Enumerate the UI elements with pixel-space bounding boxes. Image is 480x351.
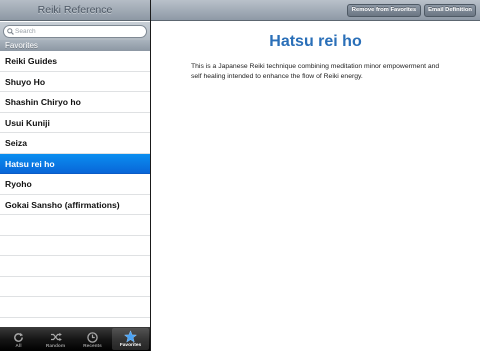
- master-pane: Reiki Reference Search Favorites Reiki G…: [0, 0, 150, 351]
- empty-row: [0, 236, 150, 256]
- tab-recents[interactable]: Recents: [74, 327, 111, 351]
- tab-favorites[interactable]: Favorites: [112, 328, 149, 350]
- search-input[interactable]: Search: [3, 25, 147, 38]
- tab-label: Favorites: [119, 343, 142, 348]
- favorites-list: Reiki Guides Shuyo Ho Shashin Chiryo ho …: [0, 51, 150, 318]
- list-item[interactable]: Ryoho: [0, 174, 150, 195]
- app-title: Reiki Reference: [37, 4, 113, 16]
- detail-toolbar: Remove from Favorites Email Definition: [151, 0, 480, 21]
- empty-row: [0, 215, 150, 236]
- term-title: Hatsu rei ho: [269, 33, 362, 50]
- list-item[interactable]: Reiki Guides: [0, 51, 150, 72]
- tab-bar: All Random Recents Favorites: [0, 327, 150, 351]
- search-bar: Search: [0, 22, 150, 40]
- clock-icon: [87, 330, 98, 344]
- shuffle-icon: [50, 330, 62, 344]
- tab-label: Random: [45, 344, 66, 349]
- tab-all[interactable]: All: [0, 327, 37, 351]
- list-item[interactable]: Seiza: [0, 133, 150, 154]
- section-header: Favorites: [0, 40, 150, 51]
- list-item[interactable]: Gokai Sansho (affirmations): [0, 195, 150, 215]
- master-navigation-bar: Reiki Reference: [0, 0, 150, 21]
- tab-label: All: [15, 344, 22, 349]
- tab-random[interactable]: Random: [37, 327, 74, 351]
- list-item-selected[interactable]: Hatsu rei ho: [0, 153, 150, 174]
- star-icon: [124, 329, 137, 343]
- list-item[interactable]: Shuyo Ho: [0, 72, 150, 92]
- search-icon: [7, 28, 14, 35]
- empty-row: [0, 256, 150, 277]
- search-placeholder: Search: [15, 28, 36, 35]
- remove-from-favorites-button[interactable]: Remove from Favorites: [347, 4, 421, 17]
- empty-row: [0, 297, 150, 318]
- term-definition: This is a Japanese Reiki technique combi…: [191, 63, 440, 80]
- list-item[interactable]: Shashin Chiryo ho: [0, 92, 150, 113]
- refresh-icon: [13, 330, 24, 344]
- tab-label: Recents: [83, 344, 102, 349]
- detail-pane: Remove from Favorites Email Definition H…: [151, 0, 480, 351]
- list-item[interactable]: Usui Kuniji: [0, 113, 150, 133]
- email-definition-button[interactable]: Email Definition: [424, 4, 476, 17]
- empty-row: [0, 277, 150, 297]
